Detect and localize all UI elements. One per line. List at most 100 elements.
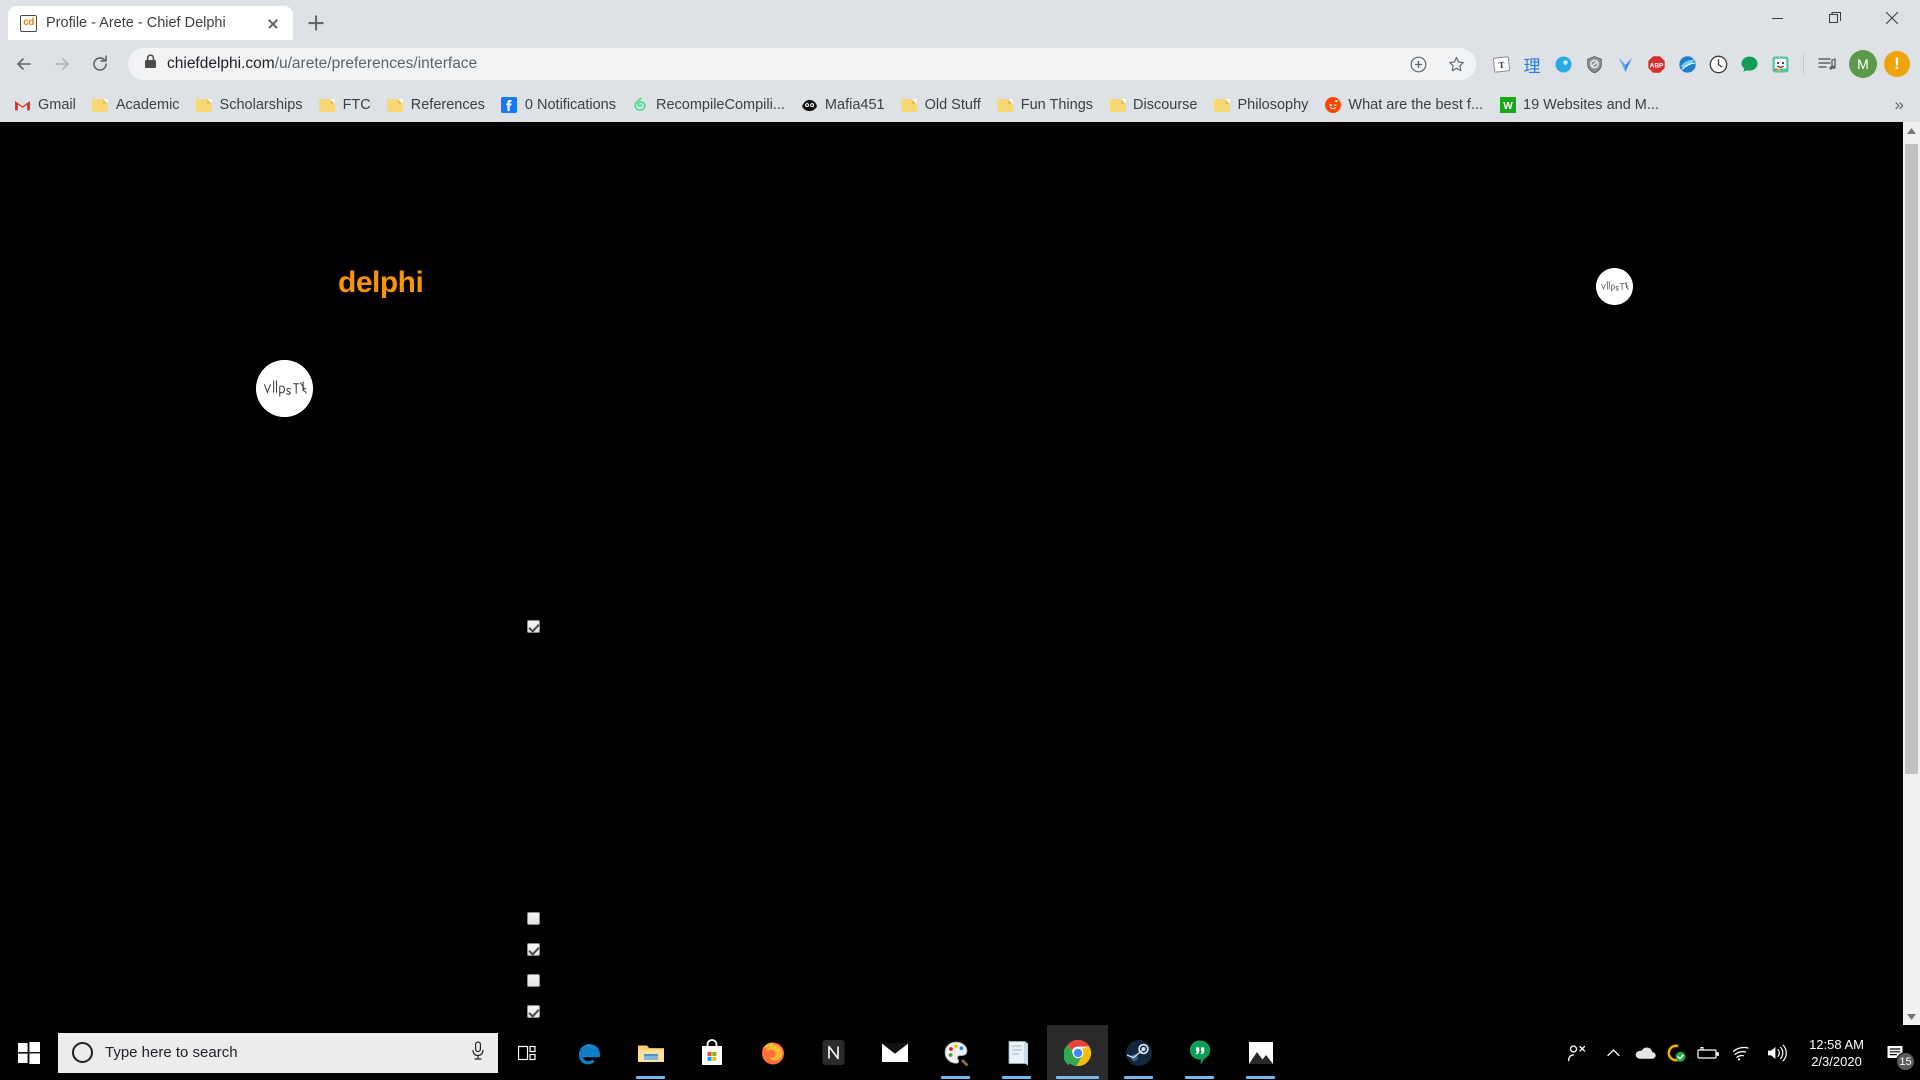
grammarly-extension[interactable] [1672, 49, 1702, 79]
photos-icon[interactable] [1230, 1025, 1291, 1080]
media-playlist-icon[interactable] [1812, 49, 1842, 79]
scroll-down-arrow-icon[interactable] [1903, 1008, 1920, 1025]
bookmark-academic[interactable]: Academic [84, 93, 188, 118]
taskbar-app-icons [498, 1025, 1291, 1080]
preference-checkbox-1[interactable] [527, 620, 540, 633]
onedrive-icon[interactable] [1629, 1025, 1661, 1080]
browser-tab[interactable]: cd Profile - Arete - Chief Delphi [8, 6, 293, 40]
new-tab-button[interactable] [299, 6, 333, 40]
ghostery-extension[interactable] [1579, 49, 1609, 79]
bookmark-scholarships[interactable]: Scholarships [188, 93, 311, 118]
extensions-strip: T 理 ABP M ! [1486, 49, 1910, 79]
bookmark-ftc[interactable]: FTC [311, 93, 379, 118]
volume-icon[interactable] [1757, 1025, 1797, 1080]
bookmark-references[interactable]: References [379, 93, 493, 118]
taskbar-clock[interactable]: 12:58 AM 2/3/2020 [1797, 1036, 1876, 1070]
microsoft-store-icon[interactable] [681, 1025, 742, 1080]
folder-icon [387, 97, 404, 114]
chrome-profile-avatar[interactable]: M [1849, 50, 1877, 78]
profile-initial: M [1857, 56, 1869, 72]
mail-icon[interactable] [864, 1025, 925, 1080]
install-app-icon[interactable] [1404, 50, 1432, 78]
user-avatar-large[interactable] [256, 360, 313, 417]
battery-icon[interactable] [1693, 1025, 1725, 1080]
bookmark-label: 0 Notifications [524, 97, 616, 113]
clock-timer-extension[interactable] [1703, 49, 1733, 79]
sticky-notes-icon[interactable] [986, 1025, 1047, 1080]
start-button[interactable] [0, 1025, 58, 1080]
preference-checkbox-2[interactable] [527, 912, 540, 925]
notion-icon[interactable] [803, 1025, 864, 1080]
preference-checkbox-4[interactable] [527, 974, 540, 987]
bookmark-recompile[interactable]: RecompileCompili... [624, 93, 793, 118]
taskbar-search-box[interactable]: Type here to search [58, 1032, 498, 1073]
forward-button[interactable] [44, 46, 80, 82]
action-center-icon[interactable]: 15 [1876, 1025, 1916, 1080]
firefox-icon[interactable] [742, 1025, 803, 1080]
bookmark-discourse[interactable]: Discourse [1101, 93, 1205, 118]
chrome-menu-update-icon[interactable]: ! [1884, 51, 1910, 77]
folder-icon [319, 97, 336, 114]
chrome-browser-window: cd Profile - Arete - Chief Delphi chiefd… [0, 0, 1920, 1025]
close-tab-icon[interactable] [263, 13, 283, 33]
bookmark-old-stuff[interactable]: Old Stuff [893, 93, 989, 118]
site-logo[interactable]: delphi [338, 266, 424, 300]
minimize-button[interactable] [1749, 0, 1806, 36]
bookmark-notifications[interactable]: 0 Notifications [493, 93, 624, 118]
tab-title: Profile - Arete - Chief Delphi [46, 15, 226, 31]
preference-checkbox-5[interactable] [527, 1005, 540, 1018]
bookmark-label: Old Stuff [924, 97, 981, 113]
windows-taskbar: Type here to search 12:58 AM 2/3/2020 15 [0, 1025, 1920, 1080]
bookmark-philosophy[interactable]: Philosophy [1205, 93, 1316, 118]
url-path: /u/arete/preferences/interface [274, 55, 478, 72]
svg-text:ABP: ABP [1649, 62, 1663, 69]
bookmark-label: 19 Websites and M... [1523, 97, 1659, 113]
bookmarks-overflow-button[interactable]: » [1885, 93, 1914, 117]
bookmark-label: What are the best f... [1348, 97, 1484, 113]
bookmark-fun-things[interactable]: Fun Things [989, 93, 1101, 118]
hangouts-icon[interactable] [1169, 1025, 1230, 1080]
microsoft-edge-icon[interactable] [559, 1025, 620, 1080]
recompile-icon [632, 97, 649, 114]
favicon-label: cd [23, 17, 34, 28]
bookmarks-bar: Gmail Academic Scholarships FTC Referenc… [0, 88, 1920, 122]
bookmark-reddit-thread[interactable]: What are the best f... [1316, 93, 1491, 118]
reload-button[interactable] [82, 46, 118, 82]
restore-button[interactable] [1806, 0, 1863, 36]
bookmark-websites-list[interactable]: W 19 Websites and M... [1491, 93, 1667, 118]
clock-time: 12:58 AM [1809, 1036, 1864, 1052]
yandex-extension[interactable] [1610, 49, 1640, 79]
page-scrollbar[interactable] [1903, 122, 1920, 1025]
bookmark-label: References [410, 97, 485, 113]
wifi-icon[interactable] [1725, 1025, 1757, 1080]
rikaikun-extension[interactable]: 理 [1517, 49, 1547, 79]
task-view-button[interactable] [498, 1025, 559, 1080]
paint-icon[interactable] [925, 1025, 986, 1080]
people-icon[interactable] [1557, 1025, 1597, 1080]
scrollbar-thumb[interactable] [1905, 144, 1918, 774]
close-button[interactable] [1863, 0, 1920, 36]
back-button[interactable] [6, 46, 42, 82]
menu-glyph: ! [1894, 53, 1900, 73]
dark-reader-extension[interactable] [1548, 49, 1578, 79]
bookmark-gmail[interactable]: Gmail [6, 93, 84, 118]
microphone-icon[interactable] [470, 1040, 486, 1065]
user-avatar-small[interactable] [1596, 268, 1633, 305]
tampermonkey-extension[interactable]: T [1486, 49, 1516, 79]
svg-text:W: W [1503, 101, 1513, 112]
steam-icon[interactable] [1108, 1025, 1169, 1080]
preference-checkbox-3[interactable] [527, 943, 540, 956]
scroll-up-arrow-icon[interactable] [1903, 122, 1920, 139]
google-chrome-icon[interactable] [1047, 1025, 1108, 1080]
address-bar[interactable]: chiefdelphi.com/u/arete/preferences/inte… [128, 48, 1476, 80]
green-dot-extension[interactable] [1734, 49, 1764, 79]
bookmark-mafia451[interactable]: Mafia451 [793, 93, 893, 118]
show-hidden-icons-chevron[interactable] [1597, 1025, 1629, 1080]
file-explorer-icon[interactable] [620, 1025, 681, 1080]
bookmark-star-icon[interactable] [1442, 50, 1470, 78]
adblock-plus-extension[interactable]: ABP [1641, 49, 1671, 79]
search-placeholder: Type here to search [105, 1044, 238, 1061]
antivirus-shield-icon[interactable] [1661, 1025, 1693, 1080]
screen-capture-extension[interactable] [1765, 49, 1795, 79]
bookmark-label: Scholarships [219, 97, 303, 113]
